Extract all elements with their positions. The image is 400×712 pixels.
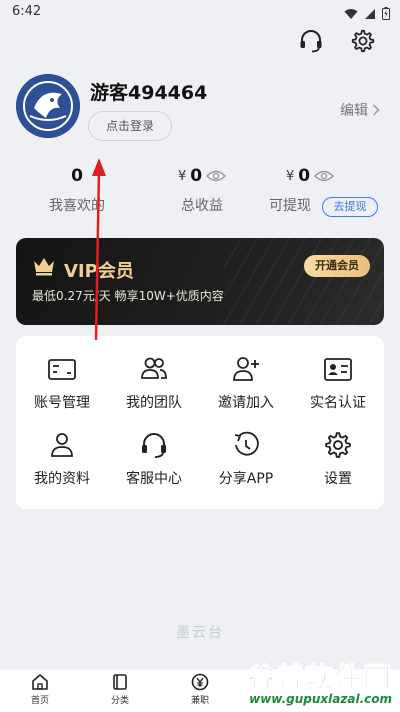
edit-label: 编辑 <box>340 103 368 119</box>
grid-label: 我的团队 <box>126 395 182 411</box>
headset-icon <box>300 30 322 53</box>
stat-total-income-label: 总收益 <box>181 198 223 214</box>
verify-card-icon <box>324 358 352 381</box>
currency-symbol: ¥ <box>285 168 295 184</box>
stat-value-number: 0 <box>298 166 311 186</box>
crown-icon <box>34 258 54 276</box>
gear-icon <box>351 29 375 53</box>
nav-label: 分类 <box>110 696 129 706</box>
vip-card[interactable]: VIP会员 最低0.27元/天 畅享10W+优质内容 开通会员 <box>16 238 384 325</box>
wifi-icon <box>344 5 358 24</box>
withdraw-button[interactable]: 去提现 <box>322 197 378 217</box>
headset-icon <box>142 433 166 458</box>
settings-button[interactable] <box>348 26 378 56</box>
status-bar: 6:42 <box>0 0 400 24</box>
share-refresh-icon <box>234 431 259 456</box>
feature-grid: 账号管理 我的团队 邀请加入 实名认证 我的资料 客服中心 分享APP 设置 <box>16 336 384 509</box>
nav-category[interactable]: 分类 <box>90 673 150 706</box>
grid-label: 邀请加入 <box>218 395 274 411</box>
eye-icon[interactable] <box>314 170 334 182</box>
grid-label: 实名认证 <box>310 395 366 411</box>
category-icon <box>113 674 127 690</box>
grid-label: 我的资料 <box>34 471 90 487</box>
grid-item-profile[interactable]: 我的资料 <box>16 430 108 506</box>
vip-card-decoration <box>224 238 384 325</box>
nav-label: 兼职 <box>190 696 209 706</box>
annotation-arrow <box>92 158 106 341</box>
stat-withdrawable-value: ¥ 0 <box>255 166 365 186</box>
id-card-icon <box>48 359 76 380</box>
grid-item-verify[interactable]: 实名认证 <box>292 354 384 430</box>
open-vip-button[interactable]: 开通会员 <box>304 255 370 277</box>
edit-profile-link[interactable]: 编辑 <box>340 100 380 120</box>
gear-icon <box>325 432 351 458</box>
stat-liked[interactable]: 0 我喜欢的 <box>22 166 132 215</box>
status-time: 6:42 <box>12 4 42 19</box>
grid-item-team[interactable]: 我的团队 <box>108 354 200 430</box>
stat-liked-label: 我喜欢的 <box>49 198 105 214</box>
team-icon <box>141 357 167 379</box>
eye-icon[interactable] <box>206 170 226 182</box>
stat-value-number: 0 <box>71 166 83 186</box>
login-button[interactable]: 点击登录 <box>88 111 172 141</box>
invite-user-icon <box>233 357 259 381</box>
battery-icon <box>382 5 390 24</box>
grid-label: 客服中心 <box>126 471 182 487</box>
username: 游客494464 <box>90 82 208 104</box>
grid-item-account[interactable]: 账号管理 <box>16 354 108 430</box>
vip-subtitle: 最低0.27元/天 畅享10W+优质内容 <box>32 289 224 303</box>
avatar[interactable] <box>16 74 80 138</box>
nav-label: 首页 <box>30 696 49 706</box>
watermark-url: www.gupuxlazal.com <box>249 692 392 706</box>
footer-brand: 墨云台 <box>176 625 224 641</box>
profile-icon <box>51 433 73 457</box>
grid-item-settings[interactable]: 设置 <box>292 430 384 506</box>
grid-label: 账号管理 <box>34 395 90 411</box>
grid-item-invite[interactable]: 邀请加入 <box>200 354 292 430</box>
nav-parttime[interactable]: 兼职 <box>170 673 230 706</box>
stat-liked-value: 0 <box>22 166 132 186</box>
support-button[interactable] <box>296 26 326 56</box>
watermark-title: 谷普软件园 <box>246 661 392 695</box>
stat-value-number: 0 <box>190 166 203 186</box>
grid-item-support[interactable]: 客服中心 <box>108 430 200 506</box>
yen-icon <box>191 673 209 691</box>
chevron-right-icon <box>372 104 380 116</box>
signal-icon <box>364 5 376 24</box>
brand-logo-avatar <box>16 74 80 138</box>
grid-label: 设置 <box>324 471 352 487</box>
status-icons <box>344 5 390 24</box>
grid-item-share[interactable]: 分享APP <box>200 430 292 506</box>
nav-home[interactable]: 首页 <box>10 673 70 706</box>
stat-total-income[interactable]: ¥ 0 总收益 <box>147 166 257 215</box>
currency-symbol: ¥ <box>177 168 187 184</box>
grid-label: 分享APP <box>218 471 274 487</box>
home-icon <box>32 674 48 690</box>
watermark: 谷普软件园 www.gupuxlazal.com <box>246 656 392 707</box>
stat-total-income-value: ¥ 0 <box>147 166 257 186</box>
